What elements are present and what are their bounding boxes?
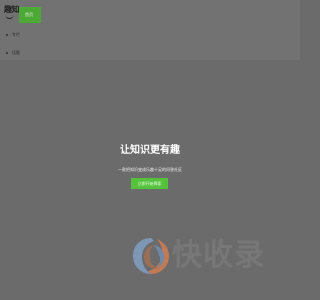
- hero-title: 让知识更有趣: [120, 145, 180, 156]
- start-explore-button[interactable]: 立即开始探索: [131, 178, 168, 189]
- top-header: 趣知 首页 专栏 话题: [0, 0, 300, 60]
- nav-item-label: 专栏: [12, 32, 20, 37]
- nav-item-label: 话题: [12, 50, 20, 55]
- bullet-dot-icon: [6, 34, 8, 36]
- watermark-text: 快收录: [172, 238, 265, 273]
- smile-logo-icon: [5, 13, 14, 19]
- nav-home-label: 首页: [25, 12, 33, 17]
- bullet-dot-icon: [6, 52, 8, 54]
- swirl-logo-icon: [133, 238, 169, 274]
- nav-home-button[interactable]: 首页: [19, 7, 41, 23]
- hero-subtitle: 一款把知识变成乐趣十足的问答社区: [118, 167, 182, 172]
- nav-item-2[interactable]: 话题: [6, 48, 46, 60]
- nav-item-1[interactable]: 专栏: [6, 30, 46, 42]
